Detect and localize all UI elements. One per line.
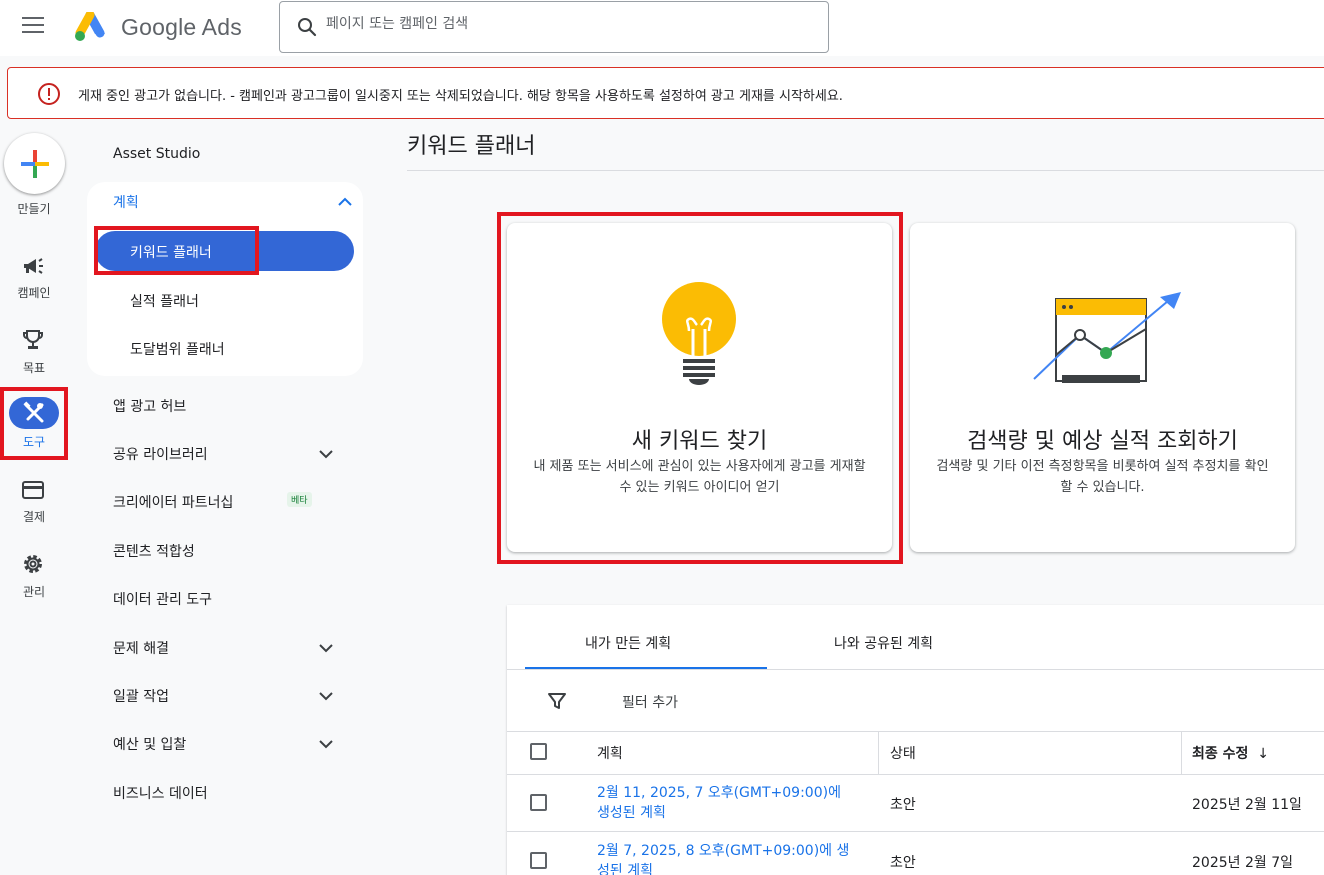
trophy-icon[interactable] [21, 328, 45, 352]
rail-goals-label[interactable]: 목표 [0, 359, 68, 376]
gear-icon[interactable] [21, 552, 45, 576]
chevron-down-icon[interactable] [318, 643, 334, 653]
megaphone-icon[interactable] [21, 254, 45, 278]
tab-shared-plans[interactable]: 나와 공유된 계획 [834, 633, 933, 653]
plan-status: 초안 [890, 855, 916, 871]
row-divider [507, 831, 1324, 832]
nav-bulk-actions[interactable]: 일괄 작업 [113, 686, 169, 706]
nav-troubleshooting[interactable]: 문제 해결 [113, 638, 169, 658]
col-header-last-modified-label: 최종 수정 [1192, 746, 1249, 762]
chevron-up-icon[interactable] [337, 196, 353, 206]
forecast-card[interactable]: 검색량 및 예상 실적 조회하기 검색량 및 기타 이전 측정항목을 비롯하여 … [910, 223, 1295, 552]
highlight-box-discover-card [497, 212, 903, 564]
forecast-card-desc: 검색량 및 기타 이전 측정항목을 비롯하여 실적 추정치를 확인할 수 있습니… [936, 459, 1269, 495]
nav-creator-partnerships[interactable]: 크리에이터 파트너십 [113, 492, 233, 512]
col-header-plan[interactable]: 계획 [597, 743, 623, 763]
highlight-box-tools [0, 387, 68, 460]
nav-app-ads-hub[interactable]: 앱 광고 허브 [113, 396, 186, 416]
filter-icon[interactable] [547, 691, 567, 711]
rail-create-label[interactable]: 만들기 [0, 200, 68, 217]
highlight-box-keyword-planner [94, 226, 259, 275]
rail-admin-label[interactable]: 관리 [0, 583, 68, 600]
beta-badge: 베타 [287, 492, 312, 507]
plan-name-link[interactable]: 2월 7, 2025, 8 오후(GMT+09:00)에 생성된 계획 [597, 841, 852, 875]
search-box[interactable] [279, 1, 829, 53]
col-separator [878, 732, 879, 775]
nav-content-suitability[interactable]: 콘텐츠 적합성 [113, 541, 195, 561]
planning-section: 계획 [87, 182, 363, 376]
brand-name[interactable]: Google Ads [121, 14, 242, 41]
tab-my-plans[interactable]: 내가 만든 계획 [585, 633, 671, 653]
page-title: 키워드 플래너 [407, 134, 536, 159]
nav-budgets-bidding[interactable]: 예산 및 입찰 [113, 734, 186, 754]
plan-name-link[interactable]: 2월 11, 2025, 7 오후(GMT+09:00)에 생성된 계획 [597, 783, 852, 823]
chevron-down-icon[interactable] [318, 449, 334, 459]
trend-chart-icon [1033, 292, 1181, 383]
search-icon [298, 18, 317, 37]
select-all-checkbox[interactable] [530, 743, 547, 760]
google-ads-logo-icon[interactable] [72, 12, 108, 44]
left-rail: 만들기 캠페인 목표 도구 결제 관리 [0, 120, 68, 875]
rail-billing-label[interactable]: 결제 [0, 508, 68, 525]
chevron-down-icon[interactable] [318, 691, 334, 701]
sort-down-arrow-icon: ↓ [1257, 746, 1270, 762]
header-divider [507, 774, 1324, 775]
rail-campaigns-label[interactable]: 캠페인 [0, 284, 68, 301]
nav-asset-studio[interactable]: Asset Studio [113, 146, 200, 162]
no-ads-alert: 게재 중인 광고가 없습니다. - 캠페인과 광고그룹이 일시중지 또는 삭제되… [7, 67, 1324, 119]
nav-shared-library[interactable]: 공유 라이브러리 [113, 444, 208, 464]
nav-planning[interactable]: 계획 [113, 192, 139, 212]
col-header-last-modified[interactable]: 최종 수정 ↓ [1192, 743, 1269, 763]
col-separator [1181, 732, 1182, 775]
forecast-card-title: 검색량 및 예상 실적 조회하기 [967, 429, 1238, 454]
menu-icon[interactable] [22, 17, 44, 35]
row-checkbox[interactable] [530, 794, 547, 811]
filter-divider [507, 731, 1324, 732]
nav-performance-planner[interactable]: 실적 플래너 [130, 291, 199, 311]
plan-status: 초안 [890, 797, 916, 813]
tabs-divider [507, 669, 1324, 670]
top-bar: Google Ads [0, 0, 1324, 56]
row-checkbox[interactable] [530, 852, 547, 869]
nav-reach-planner[interactable]: 도달범위 플래너 [130, 339, 225, 359]
side-nav: Asset Studio 계획 키워드 플래너 실적 플래너 도달범위 플래너 … [68, 120, 388, 875]
search-input[interactable] [326, 16, 806, 32]
credit-card-icon[interactable] [21, 478, 45, 502]
error-icon [38, 83, 60, 105]
plans-panel: 내가 만든 계획 나와 공유된 계획 필터 추가 계획 상태 최종 수정 ↓ 2… [507, 605, 1324, 875]
nav-data-manager[interactable]: 데이터 관리 도구 [113, 589, 212, 609]
chevron-down-icon[interactable] [318, 739, 334, 749]
create-button[interactable] [4, 133, 65, 194]
title-divider [407, 170, 1324, 171]
add-filter-button[interactable]: 필터 추가 [622, 692, 678, 712]
col-header-status[interactable]: 상태 [890, 743, 916, 763]
plus-icon [21, 150, 49, 178]
alert-message: 게재 중인 광고가 없습니다. - 캠페인과 광고그룹이 일시중지 또는 삭제되… [78, 89, 843, 104]
plan-last-modified: 2025년 2월 11일 [1192, 797, 1302, 813]
nav-business-data[interactable]: 비즈니스 데이터 [113, 783, 208, 803]
plan-last-modified: 2025년 2월 7일 [1192, 855, 1293, 871]
